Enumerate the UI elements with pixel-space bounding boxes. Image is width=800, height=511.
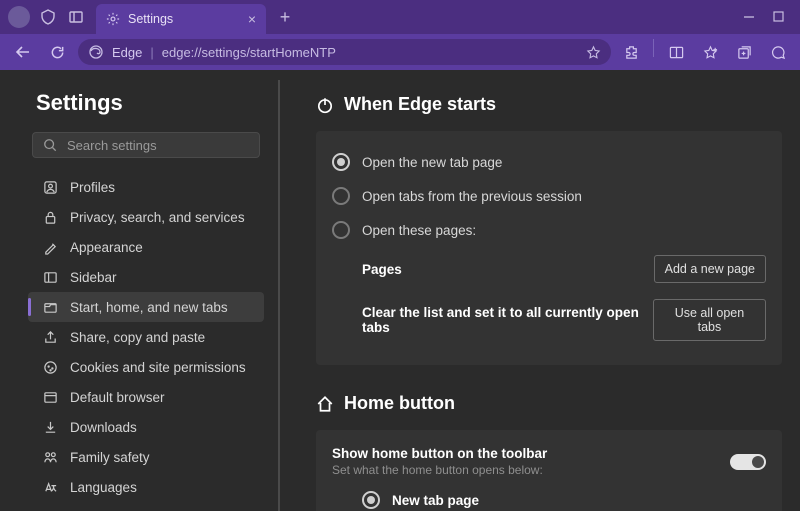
favorites-icon[interactable] bbox=[698, 39, 722, 65]
lang-icon bbox=[42, 479, 58, 495]
search-icon bbox=[43, 138, 57, 152]
browser-toolbar: Edge | edge://settings/startHomeNTP bbox=[0, 34, 800, 70]
sidebar-item-sidebar[interactable]: Sidebar bbox=[28, 262, 264, 292]
sidebar-icon bbox=[42, 269, 58, 285]
sidebar-item-label: Family safety bbox=[70, 450, 150, 465]
use-open-tabs-button[interactable]: Use all open tabs bbox=[653, 299, 766, 341]
option-new-tab-page[interactable]: Open the new tab page bbox=[332, 145, 766, 179]
sidebar-item-appearance[interactable]: Appearance bbox=[28, 232, 264, 262]
browser-icon bbox=[42, 389, 58, 405]
clear-list-label: Clear the list and set it to all current… bbox=[362, 305, 653, 335]
sidebar-item-label: Default browser bbox=[70, 390, 165, 405]
pages-label: Pages bbox=[362, 262, 402, 277]
settings-sidebar: Settings Search settings Profiles Privacy… bbox=[0, 70, 278, 511]
lock-icon bbox=[42, 209, 58, 225]
browser-tab[interactable]: Settings × bbox=[96, 4, 266, 34]
chat-icon[interactable] bbox=[766, 39, 790, 65]
minimize-button[interactable] bbox=[743, 11, 755, 23]
new-tab-button[interactable]: + bbox=[272, 4, 298, 30]
card-startup: Open the new tab page Open tabs from the… bbox=[316, 131, 782, 365]
download-icon bbox=[42, 419, 58, 435]
radio-icon bbox=[332, 153, 350, 171]
sidebar-item-label: Start, home, and new tabs bbox=[70, 300, 228, 315]
split-screen-icon[interactable] bbox=[664, 39, 688, 65]
radio-icon bbox=[362, 491, 380, 509]
tab-label: Settings bbox=[128, 12, 173, 26]
home-icon bbox=[316, 395, 334, 413]
sidebar-item-share-copy-and-paste[interactable]: Share, copy and paste bbox=[28, 322, 264, 352]
section-when-edge-starts: When Edge starts bbox=[316, 94, 782, 115]
share-icon bbox=[42, 329, 58, 345]
favorite-icon[interactable] bbox=[586, 45, 601, 60]
profile-avatar[interactable] bbox=[8, 6, 30, 28]
title-bar: Settings × + bbox=[0, 0, 800, 34]
address-url: edge://settings/startHomeNTP bbox=[162, 45, 336, 60]
show-home-subtitle: Set what the home button opens below: bbox=[332, 463, 547, 477]
sidebar-item-family-safety[interactable]: Family safety bbox=[28, 442, 264, 472]
edge-logo-icon bbox=[88, 44, 104, 60]
show-home-label: Show home button on the toolbar bbox=[332, 446, 547, 461]
back-button[interactable] bbox=[10, 39, 36, 65]
sidebar-item-label: Cookies and site permissions bbox=[70, 360, 246, 375]
family-icon bbox=[42, 449, 58, 465]
sidebar-item-cookies-and-site-permissions[interactable]: Cookies and site permissions bbox=[28, 352, 264, 382]
cookies-icon bbox=[42, 359, 58, 375]
page-title: Settings bbox=[22, 90, 270, 116]
sidebar-item-label: Privacy, search, and services bbox=[70, 210, 245, 225]
sidebar-item-label: Sidebar bbox=[70, 270, 117, 285]
tabs-icon bbox=[42, 299, 58, 315]
tab-actions-icon[interactable] bbox=[62, 3, 90, 31]
address-bar[interactable]: Edge | edge://settings/startHomeNTP bbox=[78, 39, 611, 65]
sidebar-item-label: Appearance bbox=[70, 240, 143, 255]
sidebar-item-printers[interactable]: Printers bbox=[28, 502, 264, 511]
collections-icon[interactable] bbox=[732, 39, 756, 65]
option-previous-session[interactable]: Open tabs from the previous session bbox=[332, 179, 766, 213]
profile-icon bbox=[42, 179, 58, 195]
sidebar-item-label: Share, copy and paste bbox=[70, 330, 205, 345]
appearance-icon bbox=[42, 239, 58, 255]
close-tab-icon[interactable]: × bbox=[248, 11, 256, 27]
radio-icon bbox=[332, 187, 350, 205]
sidebar-item-default-browser[interactable]: Default browser bbox=[28, 382, 264, 412]
option-home-newtab[interactable]: New tab page bbox=[332, 481, 766, 511]
refresh-button[interactable] bbox=[44, 39, 70, 65]
option-open-pages[interactable]: Open these pages: bbox=[332, 213, 766, 247]
show-home-toggle[interactable] bbox=[730, 454, 766, 470]
search-input[interactable]: Search settings bbox=[32, 132, 260, 158]
radio-icon bbox=[332, 221, 350, 239]
power-icon bbox=[316, 96, 334, 114]
maximize-button[interactable] bbox=[773, 11, 784, 23]
address-source-label: Edge bbox=[112, 45, 142, 60]
section-home-button: Home button bbox=[316, 393, 782, 414]
sidebar-item-label: Downloads bbox=[70, 420, 137, 435]
sidebar-item-profiles[interactable]: Profiles bbox=[28, 172, 264, 202]
sidebar-item-downloads[interactable]: Downloads bbox=[28, 412, 264, 442]
gear-icon bbox=[106, 12, 120, 26]
add-page-button[interactable]: Add a new page bbox=[654, 255, 766, 283]
card-home-button: Show home button on the toolbar Set what… bbox=[316, 430, 782, 511]
sidebar-item-languages[interactable]: Languages bbox=[28, 472, 264, 502]
extensions-icon[interactable] bbox=[619, 39, 643, 65]
sidebar-item-label: Languages bbox=[70, 480, 137, 495]
sidebar-item-privacy-search-and-services[interactable]: Privacy, search, and services bbox=[28, 202, 264, 232]
sidebar-item-label: Profiles bbox=[70, 180, 115, 195]
settings-main: When Edge starts Open the new tab page O… bbox=[280, 70, 800, 511]
sidebar-item-start-home-and-new-tabs[interactable]: Start, home, and new tabs bbox=[28, 292, 264, 322]
workspaces-icon[interactable] bbox=[34, 3, 62, 31]
